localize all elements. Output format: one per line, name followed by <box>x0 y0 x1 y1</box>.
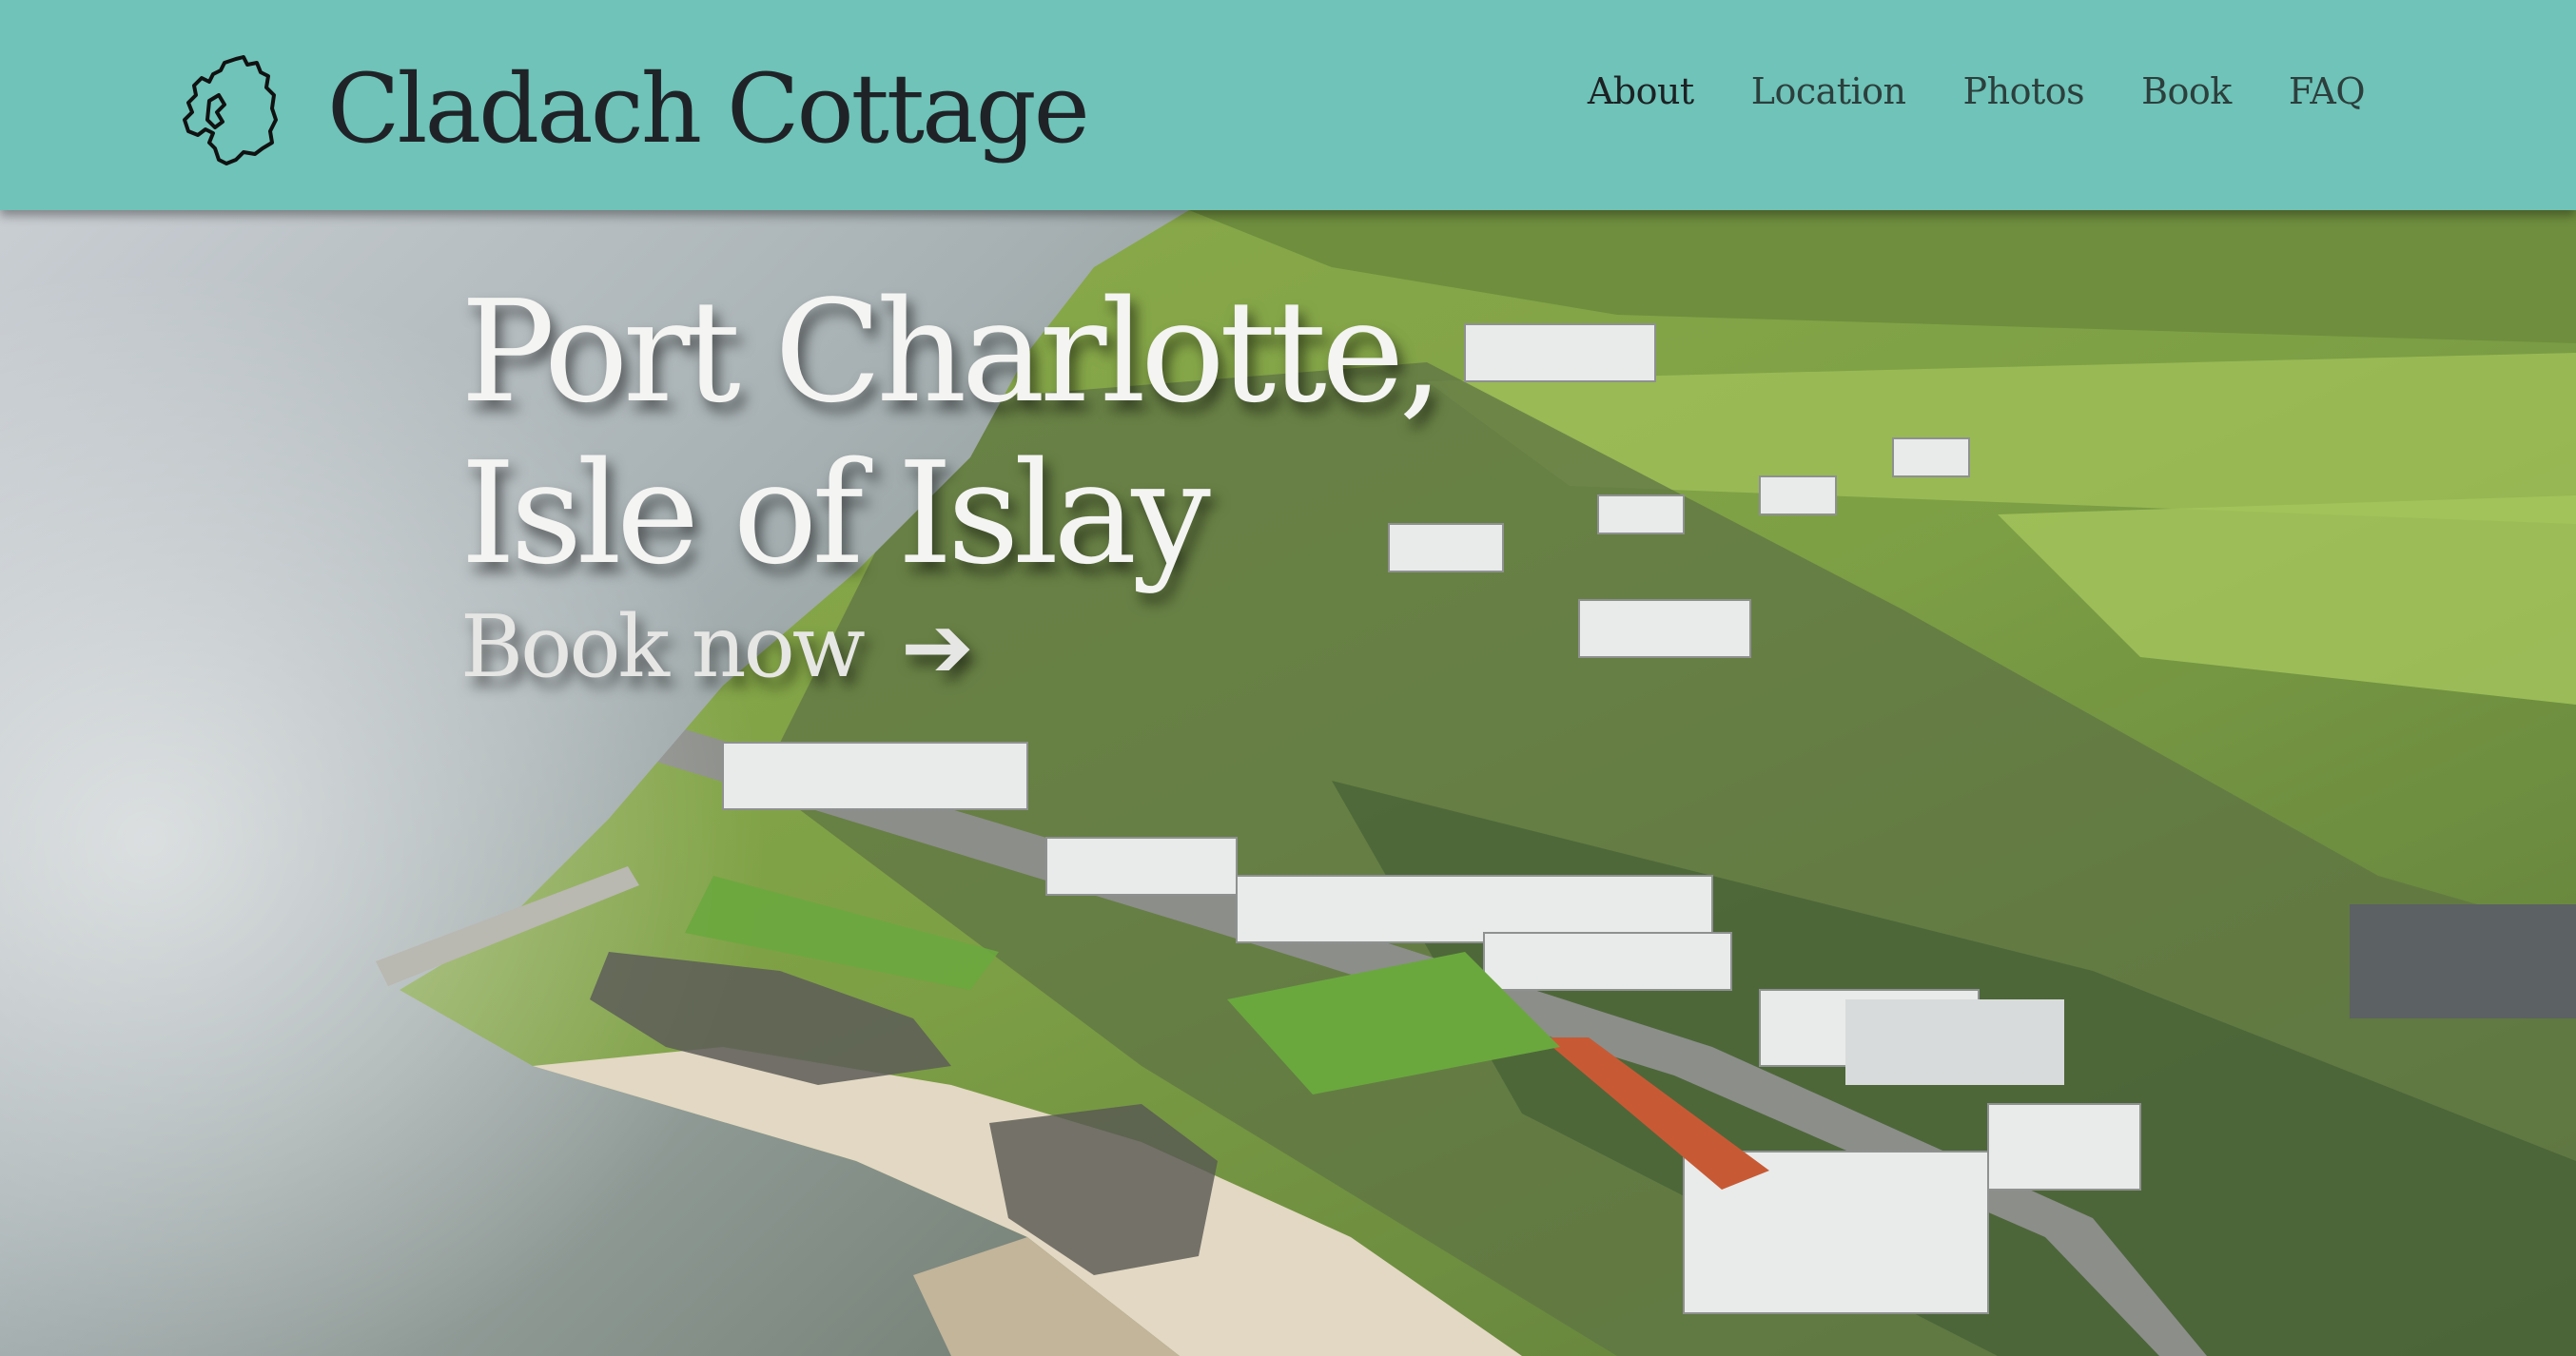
arrow-right-icon: ➔ <box>900 596 974 698</box>
main-nav: About Location Photos Book FAQ <box>1588 70 2366 112</box>
nav-link-location[interactable]: Location <box>1751 70 1906 112</box>
nav-link-about[interactable]: About <box>1588 70 1694 112</box>
hero-heading-line-1: Port Charlotte, <box>460 270 1444 434</box>
site-title: Cladach Cottage <box>327 53 1090 165</box>
nav-link-book[interactable]: Book <box>2141 70 2232 112</box>
islay-island-outline-icon <box>183 55 278 165</box>
hero-heading-line-2: Isle of Islay <box>460 432 1211 595</box>
site-header: Cladach Cottage About Location Photos Bo… <box>0 0 2576 210</box>
hero-section: Port Charlotte, Isle of Islay Book now ➔ <box>0 210 2576 1356</box>
nav-link-faq[interactable]: FAQ <box>2289 70 2366 112</box>
brand[interactable]: Cladach Cottage <box>181 29 1090 190</box>
hero-heading: Port Charlotte, Isle of Islay <box>460 270 1444 595</box>
book-now-label: Book now <box>460 597 866 697</box>
book-now-link[interactable]: Book now ➔ <box>460 596 974 698</box>
nav-link-photos[interactable]: Photos <box>1963 70 2085 112</box>
hero-text: Port Charlotte, Isle of Islay Book now ➔ <box>460 270 1444 698</box>
